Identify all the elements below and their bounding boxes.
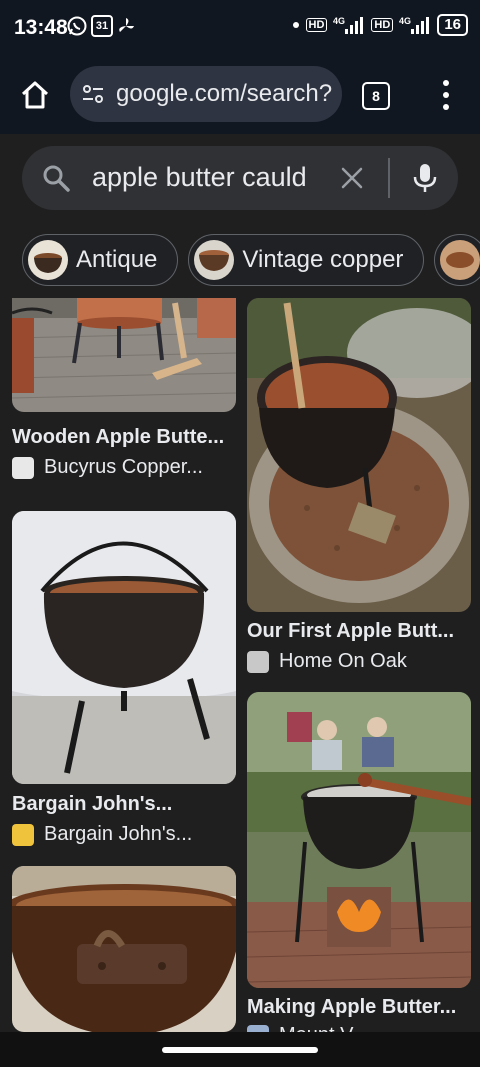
result-title[interactable]: Our First Apple Butt... — [247, 620, 454, 643]
notification-dot-icon — [292, 21, 300, 29]
result-source-label: Bargain John's... — [44, 823, 193, 845]
result-card[interactable]: Wooden Apple Butte... Bucyrus Copper... — [12, 298, 236, 484]
chip-antique[interactable]: Antique — [22, 234, 179, 286]
svg-text:4G: 4G — [333, 16, 345, 26]
clear-icon[interactable] — [340, 166, 364, 190]
tab-switcher-button[interactable]: 8 — [362, 82, 390, 110]
chip-vintage-copper[interactable]: Vintage copper — [188, 234, 425, 286]
search-divider — [388, 158, 390, 198]
chip-thumbnail — [194, 240, 235, 280]
chip-label: Antique — [76, 246, 158, 273]
site-settings-icon[interactable] — [82, 84, 104, 104]
hd-icon-2: HD — [371, 18, 394, 32]
site-favicon-icon — [12, 823, 34, 846]
result-card[interactable]: Our First Apple Butt... Home On Oak — [247, 298, 471, 678]
result-source[interactable]: Bargain John's... — [12, 823, 192, 846]
battery-icon: 16 — [437, 14, 468, 36]
menu-dot — [443, 92, 449, 98]
filter-chips: Antique Vintage copper — [22, 234, 480, 286]
signal-4g-icon: 4G — [333, 15, 365, 35]
result-card[interactable] — [12, 866, 236, 1032]
image-results: Wooden Apple Butte... Bucyrus Copper... — [0, 298, 480, 1032]
result-image[interactable] — [247, 692, 471, 988]
menu-dot — [443, 80, 449, 86]
result-image[interactable] — [12, 298, 236, 412]
result-card[interactable]: Making Apple Butter... Mount V... — [247, 692, 471, 1032]
result-image[interactable] — [12, 866, 236, 1032]
status-time: 13:48 — [14, 16, 68, 39]
home-button[interactable] — [18, 78, 52, 112]
home-indicator[interactable] — [162, 1047, 318, 1053]
result-source-label: Bucyrus Copper... — [44, 456, 203, 478]
url-text[interactable]: google.com/search? — [116, 80, 334, 108]
search-box[interactable]: apple butter cauld — [22, 146, 458, 210]
result-card[interactable]: Bargain John's... Bargain John's... — [12, 511, 236, 851]
home-icon — [21, 81, 49, 109]
menu-dot — [443, 104, 449, 110]
hd-icon: HD — [305, 18, 328, 32]
result-image[interactable] — [247, 298, 471, 612]
search-input[interactable]: apple butter cauld — [92, 162, 342, 193]
chip-thumbnail — [440, 240, 480, 280]
result-title[interactable]: Making Apple Butter... — [247, 996, 456, 1019]
address-bar[interactable]: google.com/search? — [70, 66, 342, 122]
chip-more[interactable] — [434, 234, 480, 286]
search-icon — [43, 165, 70, 192]
status-right-icons: HD 4G HD 4G 16 — [292, 14, 468, 36]
calendar-day: 31 — [95, 20, 109, 32]
result-source-label: Home On Oak — [279, 650, 407, 672]
browser-toolbar: google.com/search? 8 — [0, 54, 480, 134]
system-nav-bar — [0, 1032, 480, 1067]
result-source-label: Mount V... — [279, 1024, 368, 1032]
status-left-icons: 31 — [66, 15, 136, 37]
whatsapp-icon — [66, 15, 88, 37]
chip-label: Vintage copper — [242, 246, 404, 273]
result-image[interactable] — [12, 511, 236, 784]
site-favicon-icon — [247, 650, 269, 673]
site-favicon-icon — [12, 456, 34, 479]
result-source[interactable]: Mount V... — [247, 1024, 368, 1032]
more-menu-button[interactable] — [436, 80, 456, 110]
result-source[interactable]: Home On Oak — [247, 650, 407, 673]
chip-thumbnail — [28, 240, 68, 280]
site-favicon-icon — [247, 1024, 269, 1032]
fan-icon — [116, 15, 136, 37]
result-source[interactable]: Bucyrus Copper... — [12, 456, 203, 479]
microphone-icon[interactable] — [412, 162, 438, 194]
status-bar: 13:48 31 HD 4G HD 4G 16 — [0, 0, 480, 54]
svg-text:4G: 4G — [399, 16, 411, 26]
calendar-icon: 31 — [91, 15, 113, 37]
result-title[interactable]: Wooden Apple Butte... — [12, 426, 224, 449]
result-title[interactable]: Bargain John's... — [12, 793, 172, 816]
signal-4g-icon-2: 4G — [399, 15, 431, 35]
